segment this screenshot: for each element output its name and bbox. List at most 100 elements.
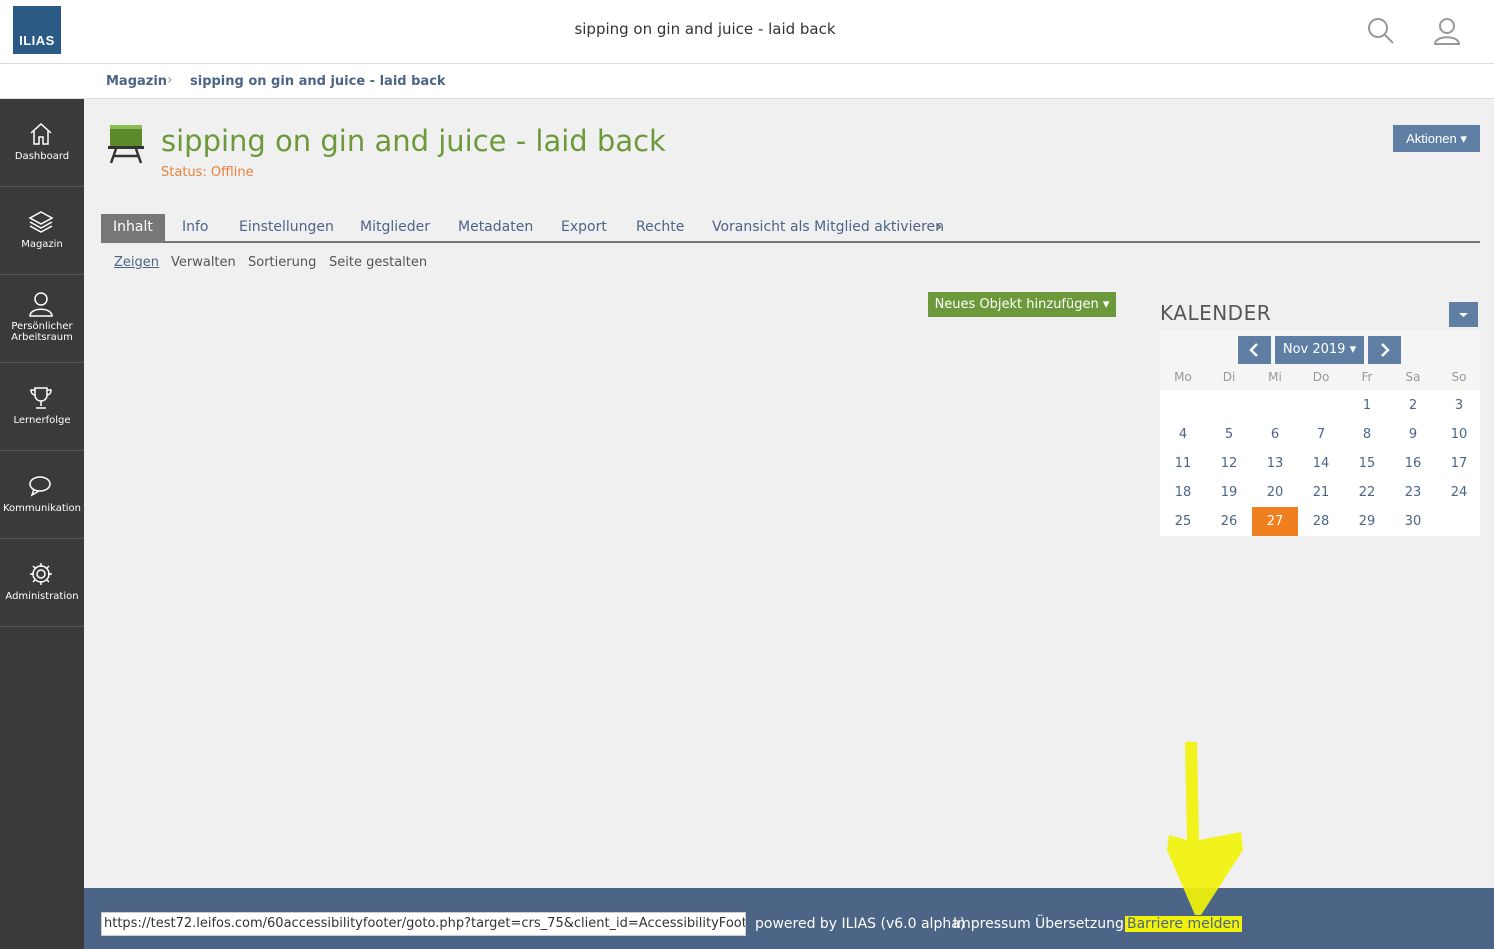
calendar-weekday: Mi — [1268, 370, 1282, 384]
caret-down-icon: ▾ — [1460, 131, 1467, 146]
calendar-weekday: Do — [1312, 370, 1330, 384]
breadcrumb-current[interactable]: sipping on gin and juice - laid back — [190, 74, 446, 89]
subtab-sortierung[interactable]: Sortierung — [248, 255, 316, 270]
gear-icon — [30, 563, 52, 585]
sidebar-item-lernerfolge[interactable]: Lernerfolge — [0, 363, 84, 451]
sidebar-item-label: Magazin — [21, 239, 63, 250]
calendar-weekday: Mo — [1174, 370, 1192, 384]
chat-icon — [29, 476, 51, 497]
powered-by-text: powered by ILIAS (v6.0 alpha) — [755, 916, 966, 932]
calendar-day[interactable]: 28 — [1298, 507, 1344, 536]
tab-mitglieder[interactable]: Mitglieder — [360, 214, 430, 241]
calendar-day[interactable]: 26 — [1206, 507, 1252, 536]
calendar-weekday: Fr — [1361, 370, 1373, 384]
add-new-object-button[interactable]: Neues Objekt hinzufügen ▾ — [928, 292, 1116, 317]
home-icon — [30, 122, 52, 145]
tab-bar: Inhalt Info Einstellungen Mitglieder Met… — [101, 214, 1480, 243]
calendar-month-label: Nov 2019 — [1282, 342, 1346, 357]
caret-down-icon: ▾ — [1349, 342, 1357, 357]
actions-button-label: Aktionen — [1406, 131, 1457, 146]
calendar-dropdown-button[interactable] — [1449, 302, 1478, 327]
calendar-day[interactable]: 11 — [1160, 449, 1206, 478]
permanent-link-field[interactable]: https://test72.leifos.com/60accessibilit… — [101, 912, 746, 936]
tab-export[interactable]: Export — [561, 214, 607, 241]
calendar-month-select[interactable]: Nov 2019 ▾ — [1275, 336, 1364, 364]
sidebar-item-label: Administration — [5, 591, 79, 602]
calendar-day[interactable]: 17 — [1436, 449, 1482, 478]
calendar-day[interactable]: 14 — [1298, 449, 1344, 478]
caret-down-icon: ▾ — [1102, 297, 1110, 312]
calendar-day[interactable]: 3 — [1436, 391, 1482, 420]
calendar-day[interactable]: 2 — [1390, 391, 1436, 420]
calendar-day[interactable]: 4 — [1160, 420, 1206, 449]
chevron-right-icon — [1381, 343, 1390, 357]
calendar-day[interactable]: 15 — [1344, 449, 1390, 478]
tab-einstellungen[interactable]: Einstellungen — [239, 214, 334, 241]
calendar-day[interactable]: 19 — [1206, 478, 1252, 507]
calendar-day[interactable]: 18 — [1160, 478, 1206, 507]
calendar-day[interactable]: 16 — [1390, 449, 1436, 478]
status-text: Status: Offline — [161, 165, 254, 180]
subtab-zeigen[interactable]: Zeigen — [114, 255, 159, 270]
caret-down-icon — [1459, 313, 1468, 317]
top-header: ILIAS sipping on gin and juice - laid ba… — [0, 0, 1494, 64]
calendar-weekday: So — [1451, 370, 1467, 384]
main-sidebar: Dashboard Magazin Persönlicher Arbeitsra… — [0, 99, 84, 949]
calendar-weekday: Di — [1222, 370, 1236, 384]
user-account-icon[interactable] — [1432, 16, 1462, 46]
subtab-verwalten[interactable]: Verwalten — [171, 255, 236, 270]
uebersetzung-link[interactable]: Übersetzung — [1035, 916, 1124, 932]
sidebar-item-label: Persönlicher Arbeitsraum — [11, 321, 73, 343]
calendar-day[interactable]: 6 — [1252, 420, 1298, 449]
chevron-right-icon[interactable]: › — [936, 214, 942, 241]
sidebar-item-label: Kommunikation — [2, 503, 81, 514]
sidebar-item-label: Dashboard — [14, 151, 70, 162]
calendar-day[interactable]: 5 — [1206, 420, 1252, 449]
calendar-day[interactable]: 10 — [1436, 420, 1482, 449]
add-new-object-label: Neues Objekt hinzufügen — [934, 297, 1099, 312]
calendar-day[interactable]: 7 — [1298, 420, 1344, 449]
tab-voransicht[interactable]: Voransicht als Mitglied aktivieren — [712, 214, 944, 241]
calendar-day[interactable]: 20 — [1252, 478, 1298, 507]
page-title: sipping on gin and juice - laid back — [161, 124, 666, 158]
sidebar-item-dashboard[interactable]: Dashboard — [0, 99, 84, 187]
course-board-icon — [108, 124, 144, 164]
calendar-day[interactable]: 29 — [1344, 507, 1390, 536]
actions-button[interactable]: Aktionen ▾ — [1393, 125, 1480, 152]
sidebar-item-label: Lernerfolge — [13, 415, 71, 426]
calendar-next-button[interactable] — [1368, 336, 1401, 364]
sidebar-item-persoenlicher-arbeitsraum[interactable]: Persönlicher Arbeitsraum — [0, 275, 84, 363]
search-icon[interactable] — [1366, 16, 1396, 46]
calendar-day-today[interactable]: 27 — [1252, 507, 1298, 536]
tab-info[interactable]: Info — [182, 214, 209, 241]
calendar-weekday: Sa — [1405, 370, 1421, 384]
annotation-arrow-icon — [1167, 742, 1243, 915]
subtab-seite-gestalten[interactable]: Seite gestalten — [329, 255, 427, 270]
calendar-day[interactable]: 25 — [1160, 507, 1206, 536]
tab-inhalt[interactable]: Inhalt — [101, 214, 165, 241]
calendar-day[interactable]: 23 — [1390, 478, 1436, 507]
calendar-day[interactable]: 9 — [1390, 420, 1436, 449]
impressum-link[interactable]: Impressum — [953, 916, 1031, 932]
sidebar-item-kommunikation[interactable]: Kommunikation — [0, 451, 84, 539]
user-icon — [29, 292, 53, 317]
calendar-day[interactable]: 22 — [1344, 478, 1390, 507]
chevron-right-icon: › — [167, 72, 173, 88]
calendar-day[interactable]: 30 — [1390, 507, 1436, 536]
trophy-icon — [30, 387, 52, 409]
sidebar-item-magazin[interactable]: Magazin — [0, 187, 84, 275]
breadcrumb-magazin[interactable]: Magazin — [106, 74, 167, 89]
calendar-panel: Nov 2019 ▾ Mo Di Mi Do Fr Sa So 1 2 3 4 5 6 7 8 9 10 11 1… — [1160, 330, 1480, 536]
calendar-day[interactable]: 8 — [1344, 420, 1390, 449]
calendar-prev-button[interactable] — [1238, 336, 1271, 364]
calendar-day[interactable]: 1 — [1344, 391, 1390, 420]
calendar-day[interactable]: 12 — [1206, 449, 1252, 478]
tab-rechte[interactable]: Rechte — [636, 214, 684, 241]
calendar-day[interactable]: 21 — [1298, 478, 1344, 507]
sidebar-item-administration[interactable]: Administration — [0, 539, 84, 627]
calendar-day[interactable]: 24 — [1436, 478, 1482, 507]
layers-icon — [28, 211, 54, 233]
tab-metadaten[interactable]: Metadaten — [458, 214, 533, 241]
calendar-day[interactable]: 13 — [1252, 449, 1298, 478]
header-title: sipping on gin and juice - laid back — [574, 20, 836, 38]
